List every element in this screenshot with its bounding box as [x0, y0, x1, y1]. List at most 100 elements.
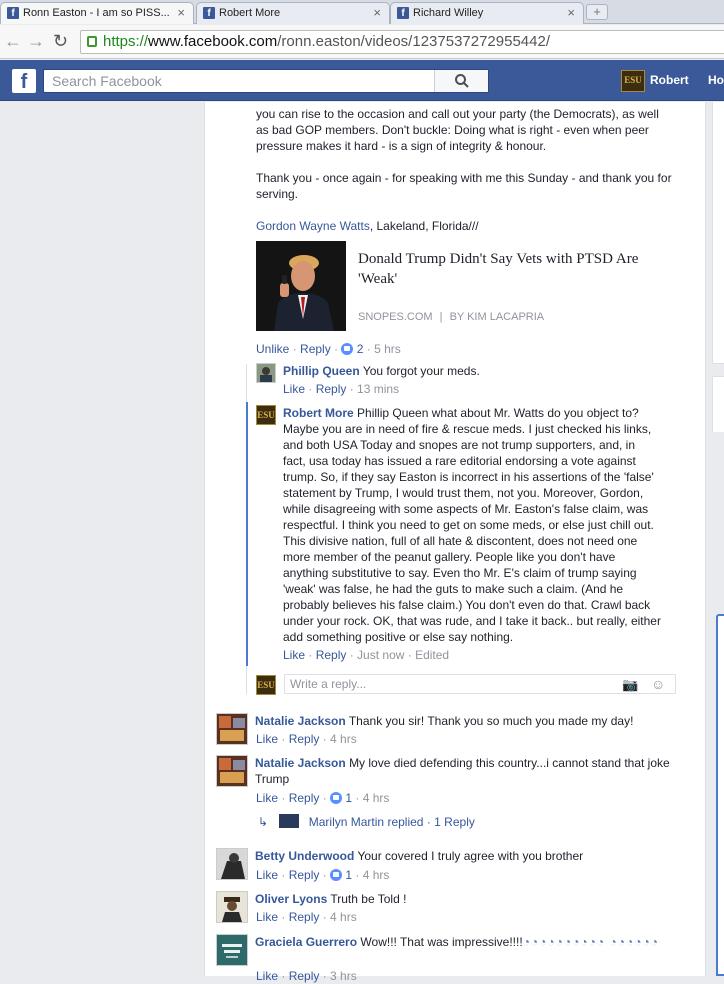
comment-actions: Like · Reply · 3 hrs	[256, 969, 357, 983]
commenter-name[interactable]: Robert More	[283, 406, 354, 420]
tab-ronn-easton[interactable]: f Ronn Easton - I am so PISS... ×	[0, 2, 194, 24]
reply-line: statement by Trump, I would trust them, …	[283, 486, 644, 500]
close-tab-icon[interactable]: ×	[567, 3, 575, 23]
facebook-logo-icon[interactable]: f	[12, 69, 36, 93]
link-sep: |	[439, 311, 443, 323]
like-button[interactable]: Like	[256, 868, 278, 882]
reply-body: Phillip Queen You forgot your meds.	[283, 363, 480, 379]
link-preview-image[interactable]	[256, 241, 346, 331]
search-input[interactable]: Search Facebook	[43, 69, 489, 93]
emoji-icon[interactable]: ☺	[651, 675, 665, 693]
facebook-favicon-icon: f	[203, 7, 215, 19]
reply-button[interactable]: Reply	[289, 910, 320, 924]
edited-label[interactable]: Edited	[415, 648, 449, 662]
home-link[interactable]: Ho	[708, 73, 724, 87]
reply-actions: Like · Reply · 13 mins	[283, 382, 400, 396]
back-arrow-icon[interactable]: ←	[4, 31, 22, 51]
comment-time[interactable]: 4 hrs	[363, 791, 390, 805]
reply-button[interactable]: Reply	[289, 969, 320, 983]
tab-title: Richard Willey	[413, 7, 484, 19]
link-author: BY KIM LACAPRIA	[449, 311, 545, 323]
reply-line: add something positive or else say nothi…	[283, 630, 514, 644]
forward-arrow-icon[interactable]: →	[27, 31, 45, 51]
like-button[interactable]: Like	[256, 969, 278, 983]
like-count-icon	[330, 869, 343, 881]
tab-richard-willey[interactable]: f Richard Willey ×	[390, 2, 584, 24]
comment-body: Natalie Jackson Thank you sir! Thank you…	[255, 713, 633, 729]
tab-robert-more[interactable]: f Robert More ×	[196, 2, 390, 24]
reply-time[interactable]: Just now	[357, 648, 404, 662]
view-replies-link[interactable]: 1 Reply	[434, 815, 475, 829]
comment-time[interactable]: 4 hrs	[330, 732, 357, 746]
reply-button[interactable]: Reply	[289, 791, 320, 805]
comment-time[interactable]: 4 hrs	[330, 910, 357, 924]
write-reply-placeholder: Write a reply...	[290, 677, 367, 691]
reply-line: anything substitutive to say. Even tho M…	[283, 566, 637, 580]
avatar[interactable]	[216, 713, 248, 745]
comment-actions: Like · Reply · 4 hrs	[256, 732, 357, 746]
unlike-button[interactable]: Unlike	[256, 342, 289, 356]
reply-button[interactable]: Reply	[300, 342, 331, 356]
person-photo-icon	[217, 892, 247, 922]
reload-icon[interactable]: ↻	[53, 31, 68, 51]
reply-button[interactable]: Reply	[289, 868, 320, 882]
avatar[interactable]	[216, 934, 248, 966]
write-reply-input[interactable]: Write a reply... 📷 ☺	[284, 674, 676, 694]
reply-button[interactable]: Reply	[316, 648, 347, 662]
reply-button[interactable]: Reply	[289, 732, 320, 746]
commenter-name[interactable]: Natalie Jackson	[255, 714, 346, 728]
search-button[interactable]	[434, 70, 488, 92]
comment-signature: Gordon Wayne Watts, Lakeland, Florida///	[256, 218, 479, 234]
avatar[interactable]	[216, 891, 248, 923]
like-button[interactable]: Like	[256, 910, 278, 924]
reply-button[interactable]: Reply	[316, 382, 347, 396]
comment-body: Graciela Guerrero Wow!!! That was impres…	[255, 934, 675, 966]
replier-name[interactable]: Marilyn Martin	[309, 815, 384, 829]
new-tab-button[interactable]: +	[586, 4, 608, 20]
commenter-name[interactable]: Oliver Lyons	[255, 892, 327, 906]
avatar[interactable]	[216, 848, 248, 880]
comment-time[interactable]: 4 hrs	[363, 868, 390, 882]
link-source: SNOPES.COM	[358, 311, 433, 323]
like-button[interactable]: Like	[256, 732, 278, 746]
address-bar[interactable]: https://www.facebook.com/ronn.easton/vid…	[80, 30, 724, 54]
comment-line: serving.	[256, 187, 299, 201]
commenter-name[interactable]: Phillip Queen	[283, 364, 360, 378]
reply-line: respectful. I think you need to get on s…	[283, 518, 654, 532]
search-icon	[455, 74, 469, 88]
like-button[interactable]: Like	[283, 382, 305, 396]
like-count[interactable]: 1	[345, 868, 352, 882]
like-count[interactable]: 1	[345, 791, 352, 805]
close-tab-icon[interactable]: ×	[373, 3, 381, 23]
link-preview-title[interactable]: Donald Trump Didn't Say Vets with PTSD A…	[358, 249, 678, 289]
chat-window-edge[interactable]	[716, 614, 724, 976]
comment-time[interactable]: 5 hrs	[374, 342, 401, 356]
comment-time[interactable]: 3 hrs	[330, 969, 357, 983]
comment-line: pressure makes it hard - is a sign of in…	[256, 139, 547, 153]
commenter-name[interactable]: Betty Underwood	[255, 849, 354, 863]
reply-text: You forgot your meds.	[362, 364, 480, 378]
like-button[interactable]: Like	[283, 648, 305, 662]
avatar[interactable]: ESU	[256, 405, 276, 425]
replies-summary[interactable]: ↳ Marilyn Martin replied · 1 Reply	[258, 814, 475, 830]
profile-avatar[interactable]: ESU	[621, 70, 645, 92]
comment-actions: Like · Reply · 4 hrs	[256, 910, 357, 924]
signature-name-link[interactable]: Gordon Wayne Watts	[256, 219, 370, 233]
like-count[interactable]: 2	[357, 342, 364, 356]
like-button[interactable]: Like	[256, 791, 278, 805]
today-graphic-icon	[217, 935, 247, 965]
search-placeholder: Search Facebook	[52, 73, 162, 89]
commenter-name[interactable]: Graciela Guerrero	[255, 935, 357, 949]
reply-line: trump. So, if they say Easton is incorre…	[283, 470, 654, 484]
reply-line: under your rock. OK, that was rude, and …	[283, 614, 661, 628]
reply-time[interactable]: 13 mins	[357, 382, 399, 396]
close-tab-icon[interactable]: ×	[177, 3, 185, 23]
avatar[interactable]	[256, 363, 276, 383]
profile-name-link[interactable]: Robert	[650, 73, 689, 87]
camera-icon[interactable]: 📷	[622, 676, 638, 694]
comment-thanks: Thank you - once again - for speaking wi…	[256, 170, 696, 202]
commenter-name[interactable]: Natalie Jackson	[255, 756, 346, 770]
avatar: ESU	[256, 675, 276, 695]
replies-sep: ·	[426, 815, 431, 829]
avatar[interactable]	[216, 755, 248, 787]
